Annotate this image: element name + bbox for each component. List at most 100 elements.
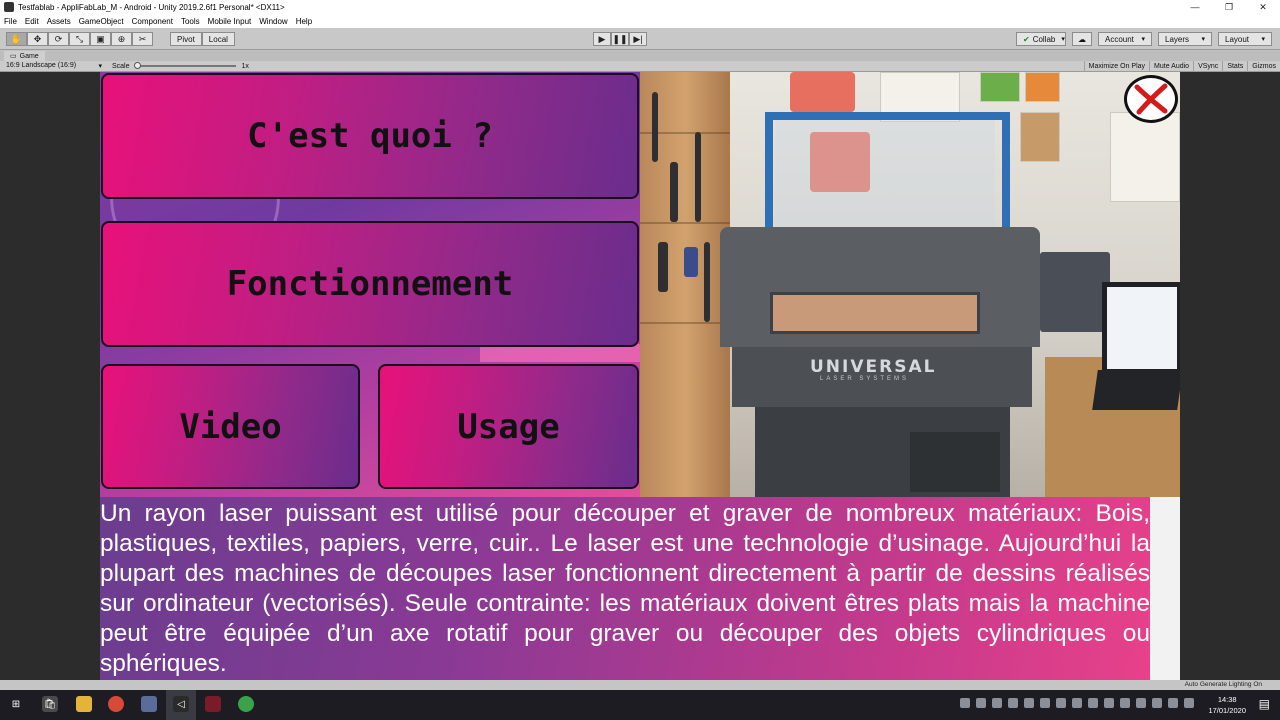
- description-scrollbar[interactable]: [1150, 497, 1180, 680]
- stats-toggle[interactable]: Stats: [1222, 61, 1247, 72]
- volume-icon[interactable]: [1184, 698, 1194, 708]
- minimize-button[interactable]: —: [1178, 0, 1212, 14]
- transform-tool-icon[interactable]: ⊕: [111, 32, 132, 46]
- collab-dropdown[interactable]: ✔ Collab ▾: [1016, 32, 1066, 46]
- windows-taskbar: ⊞ 🛍 ◁ 14:38 17/01/2020 ▤: [0, 690, 1280, 720]
- account-label: Account: [1105, 34, 1134, 44]
- close-window-button[interactable]: ✕: [1246, 0, 1280, 14]
- hexagon-sign: [790, 72, 855, 112]
- tool-pegboard: [640, 72, 730, 497]
- taskbar-clock[interactable]: 14:38 17/01/2020: [1208, 694, 1246, 716]
- cest-quoi-button[interactable]: C'est quoi ?: [101, 73, 639, 199]
- menu-panel: C'est quoi ? Fonctionnement Video Usage: [100, 72, 640, 497]
- maximize-on-play-toggle[interactable]: Maximize On Play: [1083, 61, 1149, 72]
- notification-icon[interactable]: ▤: [1259, 697, 1270, 711]
- tray-icon[interactable]: [1136, 698, 1146, 708]
- app-icon[interactable]: [141, 696, 157, 712]
- close-app-button[interactable]: [1124, 75, 1178, 123]
- tray-icon[interactable]: [1104, 698, 1114, 708]
- tray-icon[interactable]: [1120, 698, 1130, 708]
- unity-icon[interactable]: ◁: [173, 696, 189, 712]
- tab-game[interactable]: ▭ Game: [4, 51, 45, 61]
- hanging-tool: [684, 247, 698, 277]
- fonctionnement-button[interactable]: Fonctionnement: [101, 221, 639, 347]
- windows-start-icon[interactable]: ⊞: [8, 696, 24, 712]
- menu-tools[interactable]: Tools: [181, 17, 200, 26]
- menu-help[interactable]: Help: [296, 17, 312, 26]
- usage-button[interactable]: Usage: [378, 364, 639, 489]
- layers-dropdown[interactable]: Layers ▾: [1158, 32, 1212, 46]
- scale-tool-icon[interactable]: ⤡: [69, 32, 90, 46]
- caret-down-icon: ▾: [1061, 36, 1065, 43]
- menu-mobile-input[interactable]: Mobile Input: [208, 17, 252, 26]
- laptop-keyboard: [1092, 370, 1180, 410]
- tray-icon[interactable]: [1024, 698, 1034, 708]
- hanging-tool: [652, 92, 658, 162]
- wifi-icon[interactable]: [1168, 698, 1178, 708]
- tray-icon[interactable]: [1040, 698, 1050, 708]
- caret-down-icon: ▾: [1141, 36, 1145, 43]
- machine-brand-subtitle: LASER SYSTEMS: [820, 376, 910, 382]
- game-tab-icon: ▭: [10, 53, 17, 60]
- rotate-tool-icon[interactable]: ⟳: [48, 32, 69, 46]
- maximize-button[interactable]: ❐: [1212, 0, 1246, 14]
- layout-dropdown[interactable]: Layout ▾: [1218, 32, 1272, 46]
- status-bar: Auto Generate Lighting On: [0, 680, 1280, 690]
- pivot-button[interactable]: Pivot: [170, 32, 202, 46]
- printer: [1040, 252, 1110, 332]
- mute-audio-toggle[interactable]: Mute Audio: [1149, 61, 1193, 72]
- clock-date: 17/01/2020: [1208, 706, 1246, 715]
- close-x-icon: [1134, 83, 1168, 115]
- wall-sign: [980, 72, 1020, 102]
- tray-icon[interactable]: [1008, 698, 1018, 708]
- machine-door: [910, 432, 1000, 492]
- custom-tool-icon[interactable]: ✂: [132, 32, 153, 46]
- tray-icon[interactable]: [992, 698, 1002, 708]
- scale-slider[interactable]: [133, 62, 236, 69]
- transform-tools: ✋ ✥ ⟳ ⤡ ▣ ⊕ ✂: [6, 32, 153, 46]
- pause-icon[interactable]: ❚❚: [611, 32, 629, 46]
- play-icon[interactable]: ▶: [593, 32, 611, 46]
- aspect-dropdown[interactable]: 16:9 Landscape (16:9) ▾: [0, 62, 106, 70]
- peg-rail: [640, 222, 730, 224]
- rect-tool-icon[interactable]: ▣: [90, 32, 111, 46]
- tray-icon[interactable]: [960, 698, 970, 708]
- window-controls: — ❐ ✕: [1178, 0, 1280, 14]
- menu-gameobject[interactable]: GameObject: [79, 17, 124, 26]
- window-titlebar: Testfablab - AppliFabLab_M - Android - U…: [0, 0, 1280, 14]
- layers-label: Layers: [1165, 34, 1190, 44]
- move-tool-icon[interactable]: ✥: [27, 32, 48, 46]
- menu-window[interactable]: Window: [259, 17, 287, 26]
- menu-component[interactable]: Component: [132, 17, 173, 26]
- tray-icon[interactable]: [976, 698, 986, 708]
- video-button[interactable]: Video: [101, 364, 360, 489]
- scale-slider-handle[interactable]: [133, 62, 141, 69]
- lighting-status: Auto Generate Lighting On: [1184, 681, 1262, 688]
- menu-bar: File Edit Assets GameObject Component To…: [0, 14, 1280, 28]
- tray-icon[interactable]: [1088, 698, 1098, 708]
- laser-cutter-photo: UNIVERSAL LASER SYSTEMS: [640, 72, 1180, 497]
- menu-assets[interactable]: Assets: [47, 17, 71, 26]
- store-icon[interactable]: 🛍: [42, 696, 58, 712]
- caret-down-icon: ▾: [1201, 36, 1205, 43]
- hand-tool-icon[interactable]: ✋: [6, 32, 27, 46]
- gizmos-dropdown[interactable]: Gizmos: [1247, 61, 1280, 72]
- chrome-icon[interactable]: [108, 696, 124, 712]
- description-text: Un rayon laser puissant est utilisé pour…: [100, 500, 1150, 677]
- tray-icon[interactable]: [1152, 698, 1162, 708]
- app-icon[interactable]: [238, 696, 254, 712]
- account-dropdown[interactable]: Account ▾: [1098, 32, 1152, 46]
- cloud-button[interactable]: ☁: [1072, 32, 1092, 46]
- laptop-screen: [1102, 282, 1180, 374]
- local-button[interactable]: Local: [201, 32, 235, 46]
- clock-time: 14:38: [1217, 695, 1237, 704]
- file-explorer-icon[interactable]: [76, 696, 92, 712]
- tray-icon[interactable]: [1072, 698, 1082, 708]
- vsync-toggle[interactable]: VSync: [1193, 61, 1222, 72]
- tray-icon[interactable]: [1056, 698, 1066, 708]
- menu-edit[interactable]: Edit: [25, 17, 39, 26]
- step-icon[interactable]: ▶|: [629, 32, 647, 46]
- machine-bed: [770, 292, 980, 334]
- app-icon[interactable]: [205, 696, 221, 712]
- menu-file[interactable]: File: [4, 17, 17, 26]
